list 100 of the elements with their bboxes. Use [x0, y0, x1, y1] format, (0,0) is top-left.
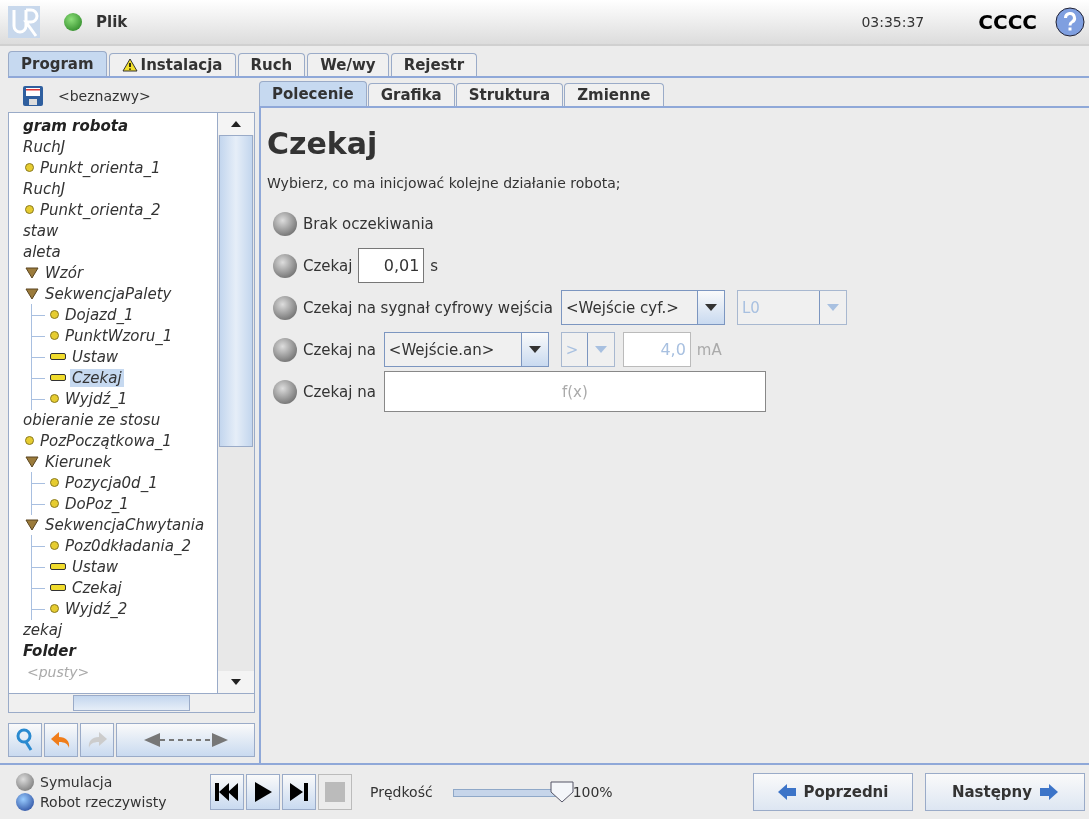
- left-arrow-icon: [777, 784, 796, 800]
- tree-item[interactable]: staw: [21, 221, 61, 240]
- tree-line: [31, 492, 46, 515]
- stop-icon: [325, 782, 345, 802]
- tree-item[interactable]: Kierunek: [43, 452, 114, 471]
- expanded-triangle-icon[interactable]: [25, 287, 39, 300]
- mode-radio-button[interactable]: [16, 773, 34, 791]
- undo-button[interactable]: [44, 723, 78, 757]
- tree-line: [31, 534, 46, 557]
- tree-item[interactable]: Czekaj: [70, 368, 124, 387]
- tree-item[interactable]: Dojazd_1: [63, 305, 136, 324]
- tree-line: [31, 303, 46, 326]
- tree-item[interactable]: Wzór: [43, 263, 86, 282]
- speed-reading: 100%: [572, 784, 613, 800]
- expanded-triangle-icon[interactable]: [25, 455, 39, 468]
- radio-button[interactable]: [273, 295, 297, 320]
- time-input-field[interactable]: 0,01: [358, 248, 425, 283]
- option-label: Brak oczekiwania: [303, 214, 434, 233]
- main-tab[interactable]: We/wy: [307, 53, 389, 76]
- help-icon[interactable]: [1055, 7, 1085, 37]
- tree-item[interactable]: Pozycja0d_1: [63, 473, 160, 492]
- tree-item[interactable]: Punkt_orienta_2: [38, 200, 163, 219]
- up-arrow-icon[interactable]: [231, 121, 241, 127]
- down-arrow-icon[interactable]: [231, 679, 241, 685]
- tree-item[interactable]: SekwencjaPalety: [43, 284, 174, 303]
- mode-radio-button[interactable]: [16, 793, 34, 811]
- input-dropdown[interactable]: <Wejście.an>: [383, 332, 549, 367]
- tree-item[interactable]: Wyjdź_1: [63, 389, 130, 408]
- sub-tab[interactable]: Grafika: [367, 83, 455, 106]
- tree-item[interactable]: Czekaj: [70, 578, 124, 597]
- command-icon: [50, 353, 66, 360]
- waypoint-icon: [50, 604, 59, 613]
- radio-button[interactable]: [273, 211, 297, 236]
- tree-item[interactable]: Ustaw: [70, 557, 121, 576]
- sub-tab[interactable]: Zmienne: [564, 83, 664, 106]
- expanded-triangle-icon[interactable]: [25, 266, 39, 279]
- command-title: Czekaj: [267, 126, 379, 161]
- caret-icon: [826, 304, 839, 311]
- radio-button[interactable]: [273, 379, 297, 404]
- command-icon: [50, 374, 66, 381]
- search-icon: [15, 728, 35, 752]
- radio-button[interactable]: [273, 337, 297, 362]
- tree-item[interactable]: gram robota: [21, 116, 131, 135]
- sub-tab[interactable]: Struktura: [455, 83, 564, 106]
- tree-item[interactable]: PunktWzoru_1: [63, 326, 175, 345]
- tree-line: [31, 387, 46, 410]
- move-node-button[interactable]: [116, 723, 255, 757]
- tree-item[interactable]: Folder: [21, 641, 78, 660]
- search-button[interactable]: [8, 723, 42, 757]
- tree-line: [31, 471, 46, 494]
- main-tab[interactable]: Instalacja: [108, 53, 236, 76]
- sub-tab[interactable]: Polecenie: [259, 81, 367, 106]
- tree-line: [31, 324, 46, 347]
- expression-input-field[interactable]: f(x): [383, 371, 766, 412]
- tree-item[interactable]: DoPoz_1: [63, 494, 131, 513]
- redo-button[interactable]: [80, 723, 114, 757]
- caret-icon: [528, 346, 541, 353]
- waypoint-icon: [50, 499, 59, 508]
- tree-item[interactable]: RuchJ: [21, 137, 68, 156]
- input-dropdown[interactable]: <Wejście cyf.>: [560, 290, 725, 325]
- tree-item[interactable]: aleta: [21, 242, 63, 261]
- next-button[interactable]: Następny: [925, 773, 1085, 811]
- left-right-arrow-icon: [143, 732, 228, 748]
- main-tab[interactable]: Rejestr: [390, 53, 478, 76]
- unit-label: s: [430, 256, 439, 275]
- file-menu[interactable]: Plik: [96, 13, 128, 31]
- waypoint-icon: [25, 436, 34, 445]
- slider-thumb[interactable]: [549, 781, 574, 803]
- tree-item[interactable]: zekaj: [21, 620, 65, 639]
- main-tab[interactable]: Ruch: [237, 53, 306, 76]
- logo-icon: [8, 6, 40, 38]
- tree-item[interactable]: SekwencjaChwytania: [43, 515, 207, 534]
- command-icon: [50, 563, 66, 570]
- play-button[interactable]: [246, 774, 280, 810]
- tree-item[interactable]: Punkt_orienta_1: [38, 158, 163, 177]
- main-tab[interactable]: Program: [8, 51, 107, 76]
- waypoint-icon: [50, 310, 59, 319]
- caret-icon: [704, 304, 717, 311]
- previous-button[interactable]: Poprzedni: [753, 773, 913, 811]
- tree-line: [31, 576, 46, 599]
- horizontal-scrollbar[interactable]: [8, 694, 255, 713]
- program-name: <beznazwy>: [58, 88, 151, 104]
- step-button[interactable]: [282, 774, 316, 810]
- tree-item[interactable]: RuchJ: [21, 179, 68, 198]
- expanded-triangle-icon[interactable]: [25, 518, 39, 531]
- tree-item[interactable]: Ustaw: [70, 347, 121, 366]
- tree-item[interactable]: PozPoczątkowa_1: [38, 431, 174, 450]
- radio-button[interactable]: [273, 253, 297, 278]
- vertical-scrollbar[interactable]: [217, 113, 254, 693]
- waypoint-icon: [25, 205, 34, 214]
- play-icon: [253, 781, 273, 803]
- tree-item[interactable]: obieranie ze stosu: [21, 410, 163, 429]
- tree-item[interactable]: Wyjdź_2: [63, 599, 130, 618]
- skip-back-button[interactable]: [210, 774, 244, 810]
- tree-item[interactable]: Poz0dkładania_2: [63, 536, 193, 555]
- skip-back-icon: [214, 782, 240, 802]
- save-icon[interactable]: [22, 85, 44, 107]
- option-label: Czekaj na sygnał cyfrowy wejścia: [303, 298, 553, 317]
- status-globe-icon: [64, 13, 82, 31]
- right-arrow-icon: [1040, 784, 1059, 800]
